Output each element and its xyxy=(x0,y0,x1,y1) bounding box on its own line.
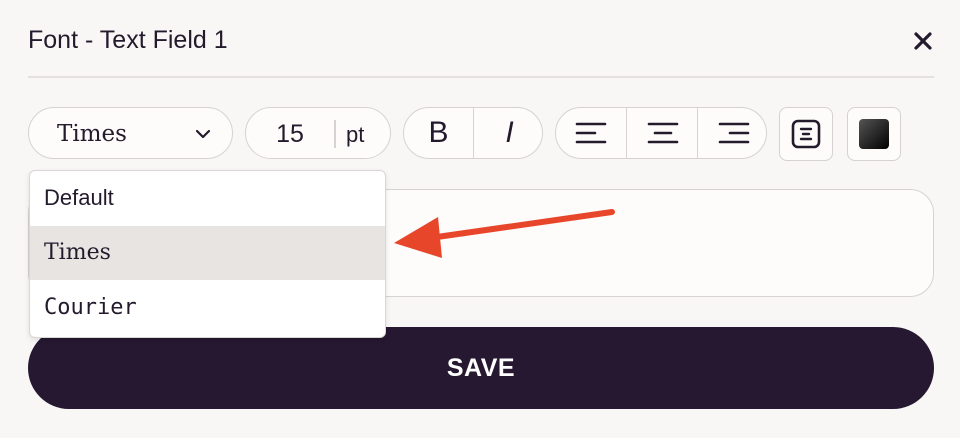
vertical-align-button[interactable] xyxy=(779,107,833,161)
color-swatch-icon xyxy=(859,119,889,149)
font-size-field[interactable]: 15 pt xyxy=(245,107,391,159)
text-color-button[interactable] xyxy=(847,107,901,161)
font-option-default[interactable]: Default xyxy=(30,171,385,225)
format-toolbar: Times 15 pt B I xyxy=(28,107,934,161)
save-button[interactable]: SAVE xyxy=(28,327,934,409)
font-size-input[interactable]: 15 xyxy=(246,120,334,149)
header-divider xyxy=(28,76,934,78)
dialog-title: Font - Text Field 1 xyxy=(28,26,228,54)
font-option-label: Default xyxy=(44,185,114,210)
text-style-group: B I xyxy=(403,107,543,159)
bold-button[interactable]: B xyxy=(404,108,473,158)
italic-button[interactable]: I xyxy=(473,108,542,158)
align-left-button[interactable] xyxy=(556,108,626,158)
font-family-dropdown: Default Times Courier xyxy=(29,170,386,338)
font-size-unit: pt xyxy=(346,122,365,147)
close-icon[interactable] xyxy=(912,30,934,52)
align-center-button[interactable] xyxy=(626,108,698,158)
chevron-down-icon xyxy=(195,129,211,139)
align-left-icon xyxy=(575,122,607,144)
italic-label: I xyxy=(505,116,514,149)
annotation-arrow-icon xyxy=(394,209,615,258)
font-option-label: Courier xyxy=(44,295,137,320)
font-option-courier[interactable]: Courier xyxy=(30,281,385,335)
font-size-separator xyxy=(334,120,336,148)
dialog-header: Font - Text Field 1 xyxy=(28,22,934,62)
font-option-times[interactable]: Times xyxy=(30,226,385,280)
align-right-button[interactable] xyxy=(697,108,766,158)
font-family-value: Times xyxy=(57,121,127,147)
bold-label: B xyxy=(428,116,449,149)
align-right-icon xyxy=(718,122,749,144)
vertical-align-icon xyxy=(791,119,821,149)
text-align-group xyxy=(555,107,767,159)
font-family-select[interactable]: Times xyxy=(28,107,233,159)
align-center-icon xyxy=(647,122,678,144)
font-option-label: Times xyxy=(44,240,111,265)
